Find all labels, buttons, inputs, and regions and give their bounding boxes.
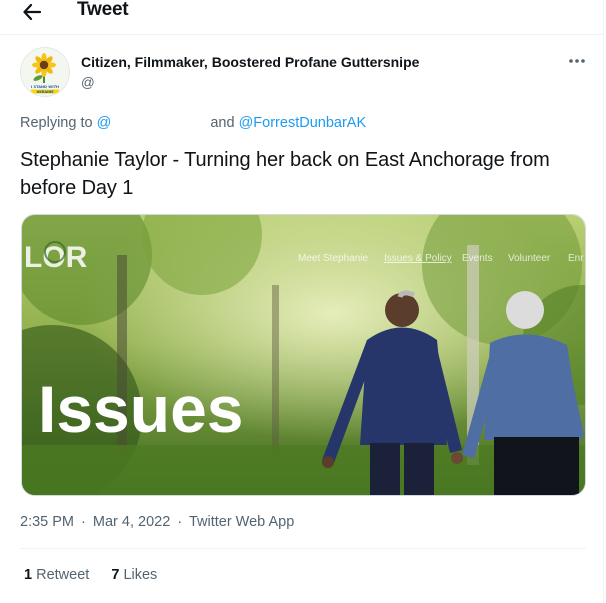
meta-separator: ·	[177, 514, 183, 530]
sunflower-avatar-image: I STAND WITH UKRAINE	[21, 48, 69, 96]
tweet-page: Tweet I STAND WITH UKRAINE Citizen, Film…	[0, 0, 604, 603]
tweet-time[interactable]: 2:35 PM	[20, 514, 74, 530]
svg-text:I STAND WITH: I STAND WITH	[31, 85, 59, 89]
replying-to: Replying to @ and @ForrestDunbarAK	[20, 115, 366, 131]
author-handle[interactable]: @	[81, 75, 95, 90]
reply-mention-link-forrestdunbarak[interactable]: @ForrestDunbarAK	[239, 115, 367, 131]
replying-to-label: Replying to	[20, 115, 93, 131]
arrow-left-icon	[23, 4, 41, 20]
reply-connector: and	[210, 115, 235, 131]
top-bar: Tweet	[0, 0, 603, 26]
header-divider	[0, 34, 603, 35]
nav-item-events: Events	[462, 253, 493, 264]
svg-text:UKRAINE: UKRAINE	[36, 90, 54, 94]
likes-stat[interactable]: 7 Likes	[111, 567, 157, 583]
retweets-label: Retweet	[36, 567, 90, 583]
tweet-media-image[interactable]: LOR Meet Stephanie Issues & Policy Event…	[21, 214, 586, 496]
retweets-stat[interactable]: 1 Retweet	[24, 567, 89, 583]
media-overlay-title: Issues	[38, 372, 243, 446]
logo-text: LOR	[24, 241, 88, 274]
more-horizontal-icon	[569, 59, 585, 63]
tweet-text: Stephanie Taylor - Turning her back on E…	[20, 149, 550, 199]
page-title: Tweet	[77, 0, 129, 20]
nav-item-enr: Enr	[568, 253, 584, 264]
campaign-logo: LOR	[24, 241, 88, 274]
likes-label: Likes	[123, 567, 158, 583]
likes-count: 7	[111, 567, 120, 583]
stats-divider	[20, 548, 586, 549]
nav-item-meet-stephanie: Meet Stephanie	[298, 253, 368, 264]
tweet-date[interactable]: Mar 4, 2022	[93, 514, 170, 530]
tweet-source-app[interactable]: Twitter Web App	[189, 514, 294, 530]
more-options-button[interactable]	[563, 51, 591, 71]
tweet-stats: 1 Retweet 7 Likes	[24, 567, 175, 583]
reply-mention-link[interactable]: @	[97, 115, 112, 131]
avatar[interactable]: I STAND WITH UKRAINE	[20, 47, 70, 97]
media-photo: LOR Meet Stephanie Issues & Policy Event…	[22, 215, 585, 495]
back-button[interactable]	[16, 0, 48, 27]
meta-separator: ·	[81, 514, 86, 530]
nav-item-volunteer: Volunteer	[508, 253, 551, 264]
tweet-metadata: 2:35 PM · Mar 4, 2022 · Twitter Web App	[20, 514, 294, 530]
author-name[interactable]: Citizen, Filmmaker, Boostered Profane Gu…	[81, 54, 419, 70]
nav-item-issues-policy: Issues & Policy	[384, 253, 452, 264]
retweets-count: 1	[24, 567, 33, 583]
